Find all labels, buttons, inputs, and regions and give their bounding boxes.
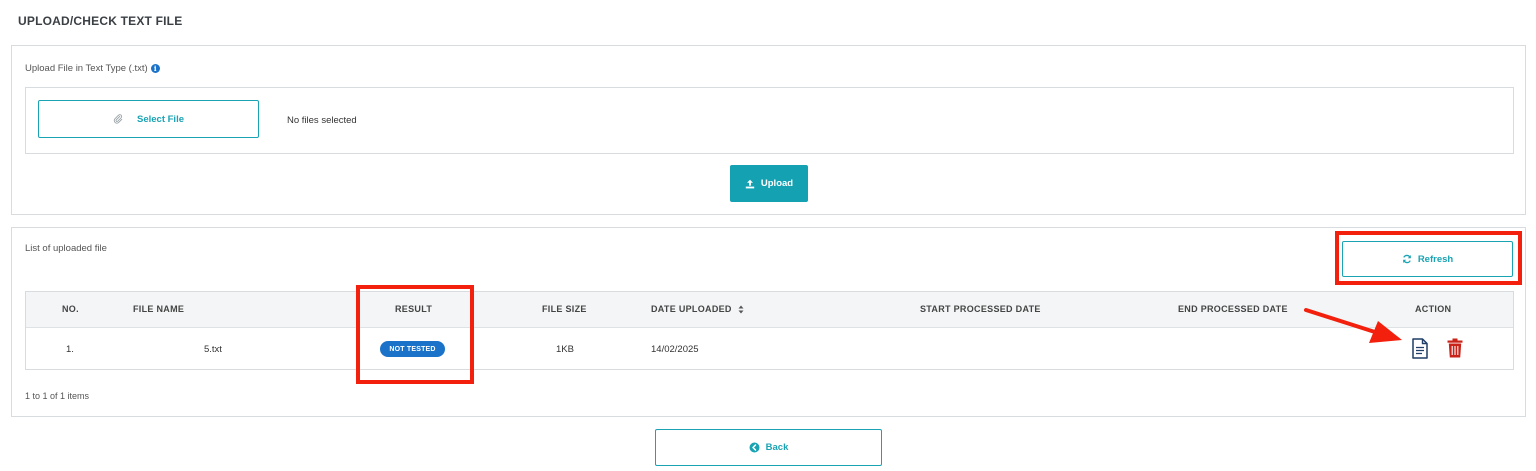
column-header-file-size: FILE SIZE <box>542 304 587 314</box>
refresh-button[interactable]: Refresh <box>1342 241 1513 277</box>
trash-icon[interactable] <box>1447 338 1463 358</box>
status-badge: NOT TESTED <box>380 341 445 357</box>
sort-icon[interactable] <box>738 305 744 314</box>
upload-label-text: Upload <box>760 178 794 189</box>
info-icon[interactable]: i <box>150 64 160 73</box>
cell-date-uploaded: 14/02/2025 <box>651 344 699 355</box>
select-file-button[interactable]: Select File <box>38 100 259 138</box>
arrow-left-circle-icon <box>749 442 760 453</box>
file-drop-area: Select File No files selected <box>25 87 1514 154</box>
column-header-result: RESULT <box>395 304 433 314</box>
uploaded-files-table: NO. FILE NAME RESULT FILE SIZE DATE UPLO… <box>25 291 1514 370</box>
column-header-no: NO. <box>62 304 79 314</box>
uploaded-files-panel: List of uploaded file Refresh NO. FILE N… <box>11 227 1526 417</box>
column-header-end-processed: END PROCESSED DATE <box>1178 304 1288 314</box>
refresh-icon <box>1403 254 1411 264</box>
back-button[interactable]: Back <box>655 429 882 466</box>
column-header-start-processed: START PROCESSED DATE <box>920 304 1041 314</box>
paperclip-icon <box>113 114 123 124</box>
no-files-text: No files selected <box>287 115 357 126</box>
back-label: Back <box>765 442 789 453</box>
cell-file-name: 5.txt <box>204 344 222 355</box>
upload-label: Upload File in Text Type (.txt) <box>25 63 148 74</box>
column-header-action: ACTION <box>1415 304 1452 314</box>
document-icon[interactable] <box>1411 338 1429 359</box>
table-row: 1. 5.txt NOT TESTED 1KB 14/02/2025 <box>26 328 1513 370</box>
refresh-label: Refresh <box>1417 253 1454 265</box>
table-header: NO. FILE NAME RESULT FILE SIZE DATE UPLO… <box>26 292 1513 328</box>
upload-icon <box>745 179 755 188</box>
upload-label-row: Upload File in Text Type (.txt) i <box>25 63 160 74</box>
page-title: UPLOAD/CHECK TEXT FILE <box>18 14 183 28</box>
column-header-date-uploaded[interactable]: DATE UPLOADED <box>651 304 744 314</box>
select-file-label: Select File <box>137 113 184 125</box>
pagination-summary: 1 to 1 of 1 items <box>25 391 90 401</box>
column-header-file-name: FILE NAME <box>133 304 185 314</box>
upload-panel: Upload File in Text Type (.txt) i Select… <box>11 45 1526 215</box>
cell-file-size: 1KB <box>556 344 574 355</box>
upload-button[interactable]: Upload <box>730 165 808 202</box>
cell-no: 1. <box>66 344 74 355</box>
date-uploaded-label: DATE UPLOADED <box>651 304 732 314</box>
list-label: List of uploaded file <box>25 243 107 254</box>
